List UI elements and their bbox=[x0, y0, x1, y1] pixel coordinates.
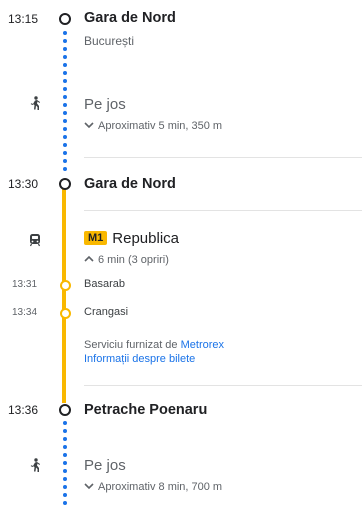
walk-label-1: Pe jos bbox=[84, 96, 126, 113]
divider bbox=[84, 385, 362, 386]
stops-toggle[interactable]: 6 min (3 opriri) bbox=[84, 254, 169, 266]
walk-icon bbox=[28, 458, 42, 474]
walk-icon bbox=[28, 96, 42, 112]
provider-link[interactable]: Metrorex bbox=[181, 339, 224, 351]
stop-name: Basarab bbox=[84, 278, 125, 290]
metro-line-rail bbox=[62, 185, 66, 403]
alight-node bbox=[59, 404, 71, 416]
train-icon bbox=[28, 232, 42, 248]
divider bbox=[84, 210, 362, 211]
alight-time: 13:36 bbox=[8, 403, 39, 417]
provider-line: Serviciu furnizat de Metrorex bbox=[84, 339, 224, 351]
chevron-down-icon bbox=[84, 481, 94, 493]
route-headsign: Republica bbox=[112, 230, 179, 247]
walk-meta-2: Aproximativ 8 min, 700 m bbox=[98, 481, 223, 493]
route-header[interactable]: M1 Republica bbox=[84, 230, 179, 247]
board-title[interactable]: Gara de Nord bbox=[84, 176, 176, 192]
ticket-info-link[interactable]: Informații despre bilete bbox=[84, 353, 195, 365]
stop-node bbox=[60, 280, 71, 291]
chevron-up-icon bbox=[84, 254, 94, 266]
stop-time: 13:34 bbox=[12, 307, 38, 318]
stop-time: 13:31 bbox=[12, 279, 38, 290]
board-time: 13:30 bbox=[8, 177, 39, 191]
divider bbox=[84, 157, 362, 158]
chevron-down-icon bbox=[84, 120, 94, 132]
walk-details-toggle-2[interactable]: Aproximativ 8 min, 700 m bbox=[84, 481, 222, 493]
start-title[interactable]: Gara de Nord bbox=[84, 10, 176, 26]
walk-label-2: Pe jos bbox=[84, 457, 126, 474]
provider-prefix: Serviciu furnizat de bbox=[84, 339, 181, 351]
start-node bbox=[59, 13, 71, 25]
board-node bbox=[59, 178, 71, 190]
line-badge: M1 bbox=[84, 231, 108, 245]
start-time: 13:15 bbox=[8, 12, 39, 26]
walk-meta-1: Aproximativ 5 min, 350 m bbox=[98, 120, 223, 132]
walk-details-toggle-1[interactable]: Aproximativ 5 min, 350 m bbox=[84, 120, 222, 132]
alight-title[interactable]: Petrache Poenaru bbox=[84, 402, 207, 418]
stop-node bbox=[60, 308, 71, 319]
start-subtitle: București bbox=[84, 34, 135, 48]
transit-meta: 6 min (3 opriri) bbox=[98, 254, 169, 266]
stop-name: Crangasi bbox=[84, 306, 129, 318]
